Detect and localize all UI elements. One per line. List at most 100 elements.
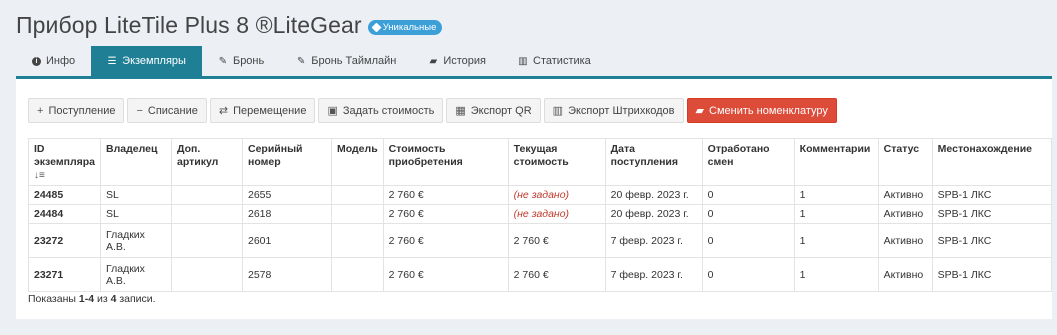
tab-instances[interactable]: ☰ Экземпляры bbox=[91, 46, 202, 76]
cell-extra-article bbox=[171, 257, 243, 292]
minus-icon: − bbox=[136, 104, 143, 117]
header-serial[interactable]: Серийный номер bbox=[242, 138, 332, 186]
header-extra-article[interactable]: Доп. артикул bbox=[171, 138, 243, 186]
header-owner[interactable]: Владелец bbox=[100, 138, 172, 186]
header-model[interactable]: Модель bbox=[331, 138, 384, 186]
tab-label: Инфо bbox=[46, 55, 76, 67]
cell-extra-article bbox=[171, 204, 243, 224]
cell-comments: 1 bbox=[793, 185, 879, 205]
button-label: Экспорт Штрихкодов bbox=[568, 104, 675, 117]
change-nomenclature-button[interactable]: ▰ Сменить номенклатуру bbox=[686, 98, 837, 123]
table-row[interactable]: 23271 Гладких А.В. 2578 2 760 € 2 760 € … bbox=[28, 257, 1053, 292]
button-label: Сменить номенклатуру bbox=[709, 104, 828, 117]
cell-status: Активно bbox=[877, 223, 933, 258]
instances-table: ID экземпляра ↓≡ Владелец Доп. артикул Се… bbox=[28, 138, 1053, 292]
instances-panel: + Поступление − Списание ⇄ Перемещение ▣… bbox=[16, 76, 1053, 319]
header-id[interactable]: ID экземпляра ↓≡ bbox=[28, 138, 101, 186]
export-qr-button[interactable]: ▦ Экспорт QR bbox=[446, 98, 541, 123]
page-header: Прибор LiteTile Plus 8 ®LiteGear Уникаль… bbox=[16, 12, 443, 39]
cell-location: SPB-1 ЛКС bbox=[931, 223, 1053, 258]
exchange-icon: ⇄ bbox=[218, 105, 229, 117]
cell-purchase-cost: 2 760 € bbox=[382, 185, 509, 205]
table-header-row: ID экземпляра ↓≡ Владелец Доп. артикул Се… bbox=[28, 138, 1053, 186]
cell-extra-article bbox=[171, 185, 243, 205]
page-title: Прибор LiteTile Plus 8 ®LiteGear bbox=[16, 12, 362, 38]
header-status[interactable]: Статус bbox=[877, 138, 933, 186]
cell-status: Активно bbox=[877, 257, 933, 292]
cell-status: Активно bbox=[877, 185, 933, 205]
cell-id[interactable]: 23271 bbox=[28, 257, 101, 292]
cell-model bbox=[331, 185, 384, 205]
cell-extra-article bbox=[171, 223, 243, 258]
money-icon: ▣ bbox=[327, 105, 338, 117]
tab-bar: i Инфо ☰ Экземпляры ✎ Бронь ✎ Бронь Тайм… bbox=[16, 46, 1052, 76]
tab-booking[interactable]: ✎ Бронь bbox=[202, 46, 280, 76]
cell-location: SPB-1 ЛКС bbox=[931, 185, 1053, 205]
cell-current-cost: 2 760 € bbox=[507, 223, 606, 258]
cell-location: SPB-1 ЛКС bbox=[931, 257, 1053, 292]
records-summary: Показаны 1-4 из 4 записи. bbox=[28, 293, 156, 305]
summary-total: 4 bbox=[110, 293, 117, 305]
cell-shifts: 0 bbox=[701, 185, 795, 205]
tab-info[interactable]: i Инфо bbox=[16, 46, 91, 76]
cell-model bbox=[331, 204, 384, 224]
cell-serial: 2618 bbox=[242, 204, 332, 224]
cell-comments: 1 bbox=[793, 204, 879, 224]
tab-history[interactable]: ▰ История bbox=[412, 46, 502, 76]
header-comments[interactable]: Комментарии bbox=[793, 138, 879, 186]
export-barcodes-button[interactable]: ▥ Экспорт Штрихкодов bbox=[543, 98, 684, 123]
header-location[interactable]: Местонахождение bbox=[931, 138, 1053, 186]
table-row[interactable]: 24485 SL 2655 2 760 € (не задано) 20 фев… bbox=[28, 185, 1053, 205]
set-cost-button[interactable]: ▣ Задать стоимость bbox=[318, 98, 444, 123]
cell-current-cost: 2 760 € bbox=[507, 257, 606, 292]
gavel-icon: ✎ bbox=[218, 55, 228, 67]
barcode-icon: ▥ bbox=[552, 105, 564, 117]
tab-label: История bbox=[443, 55, 487, 67]
cell-comments: 1 bbox=[793, 223, 879, 258]
receipt-button[interactable]: + Поступление bbox=[28, 98, 125, 123]
header-current-cost[interactable]: Текущая стоимость bbox=[507, 138, 606, 186]
tab-label: Бронь Таймлайн bbox=[311, 55, 397, 67]
tab-label: Бронь bbox=[232, 55, 265, 67]
header-purchase-cost[interactable]: Стоимость приобретения bbox=[382, 138, 509, 186]
gavel-icon: ✎ bbox=[297, 55, 306, 67]
summary-range: 1-4 bbox=[78, 293, 95, 305]
cell-model bbox=[331, 257, 384, 292]
cell-id[interactable]: 23272 bbox=[28, 223, 101, 258]
button-label: Экспорт QR bbox=[470, 104, 532, 117]
table-row[interactable]: 24484 SL 2618 2 760 € (не задано) 20 фев… bbox=[28, 204, 1053, 224]
summary-suffix: записи. bbox=[119, 293, 156, 305]
badge-label: Уникальные bbox=[382, 22, 437, 33]
plus-icon: + bbox=[37, 104, 44, 117]
cell-serial: 2578 bbox=[242, 257, 332, 292]
writeoff-button[interactable]: − Списание bbox=[127, 98, 207, 123]
tab-statistics[interactable]: ▥ Статистика bbox=[502, 46, 607, 76]
tab-label: Экземпляры bbox=[122, 55, 186, 67]
move-button[interactable]: ⇄ Перемещение bbox=[209, 98, 316, 123]
bar-chart-icon: ▥ bbox=[518, 55, 528, 67]
cell-id[interactable]: 24485 bbox=[28, 185, 101, 205]
qrcode-icon: ▦ bbox=[455, 105, 466, 117]
cell-arrival-date: 7 февр. 2023 г. bbox=[604, 223, 703, 258]
tab-booking-timeline[interactable]: ✎ Бронь Таймлайн bbox=[280, 46, 412, 76]
cell-id[interactable]: 24484 bbox=[28, 204, 101, 224]
cell-shifts: 0 bbox=[701, 223, 795, 258]
cell-location: SPB-1 ЛКС bbox=[931, 204, 1053, 224]
cell-arrival-date: 20 февр. 2023 г. bbox=[604, 185, 703, 205]
button-label: Поступление bbox=[48, 104, 116, 117]
cell-serial: 2655 bbox=[242, 185, 332, 205]
book-icon: ▰ bbox=[429, 55, 438, 67]
table-row[interactable]: 23272 Гладких А.В. 2601 2 760 € 2 760 € … bbox=[28, 223, 1053, 258]
cell-arrival-date: 20 февр. 2023 г. bbox=[604, 204, 703, 224]
button-label: Списание bbox=[147, 104, 198, 117]
cell-owner: SL bbox=[100, 204, 172, 224]
list-icon: ☰ bbox=[107, 55, 117, 67]
cell-serial: 2601 bbox=[242, 223, 332, 258]
cell-current-cost: (не задано) bbox=[507, 204, 606, 224]
sort-desc-icon[interactable]: ↓≡ bbox=[34, 169, 95, 182]
cell-purchase-cost: 2 760 € bbox=[382, 223, 509, 258]
header-arrival-date[interactable]: Дата поступления bbox=[604, 138, 703, 186]
unique-badge: Уникальные bbox=[367, 20, 443, 35]
header-shifts[interactable]: Отработано смен bbox=[701, 138, 795, 186]
info-circle-icon: i bbox=[32, 56, 41, 66]
